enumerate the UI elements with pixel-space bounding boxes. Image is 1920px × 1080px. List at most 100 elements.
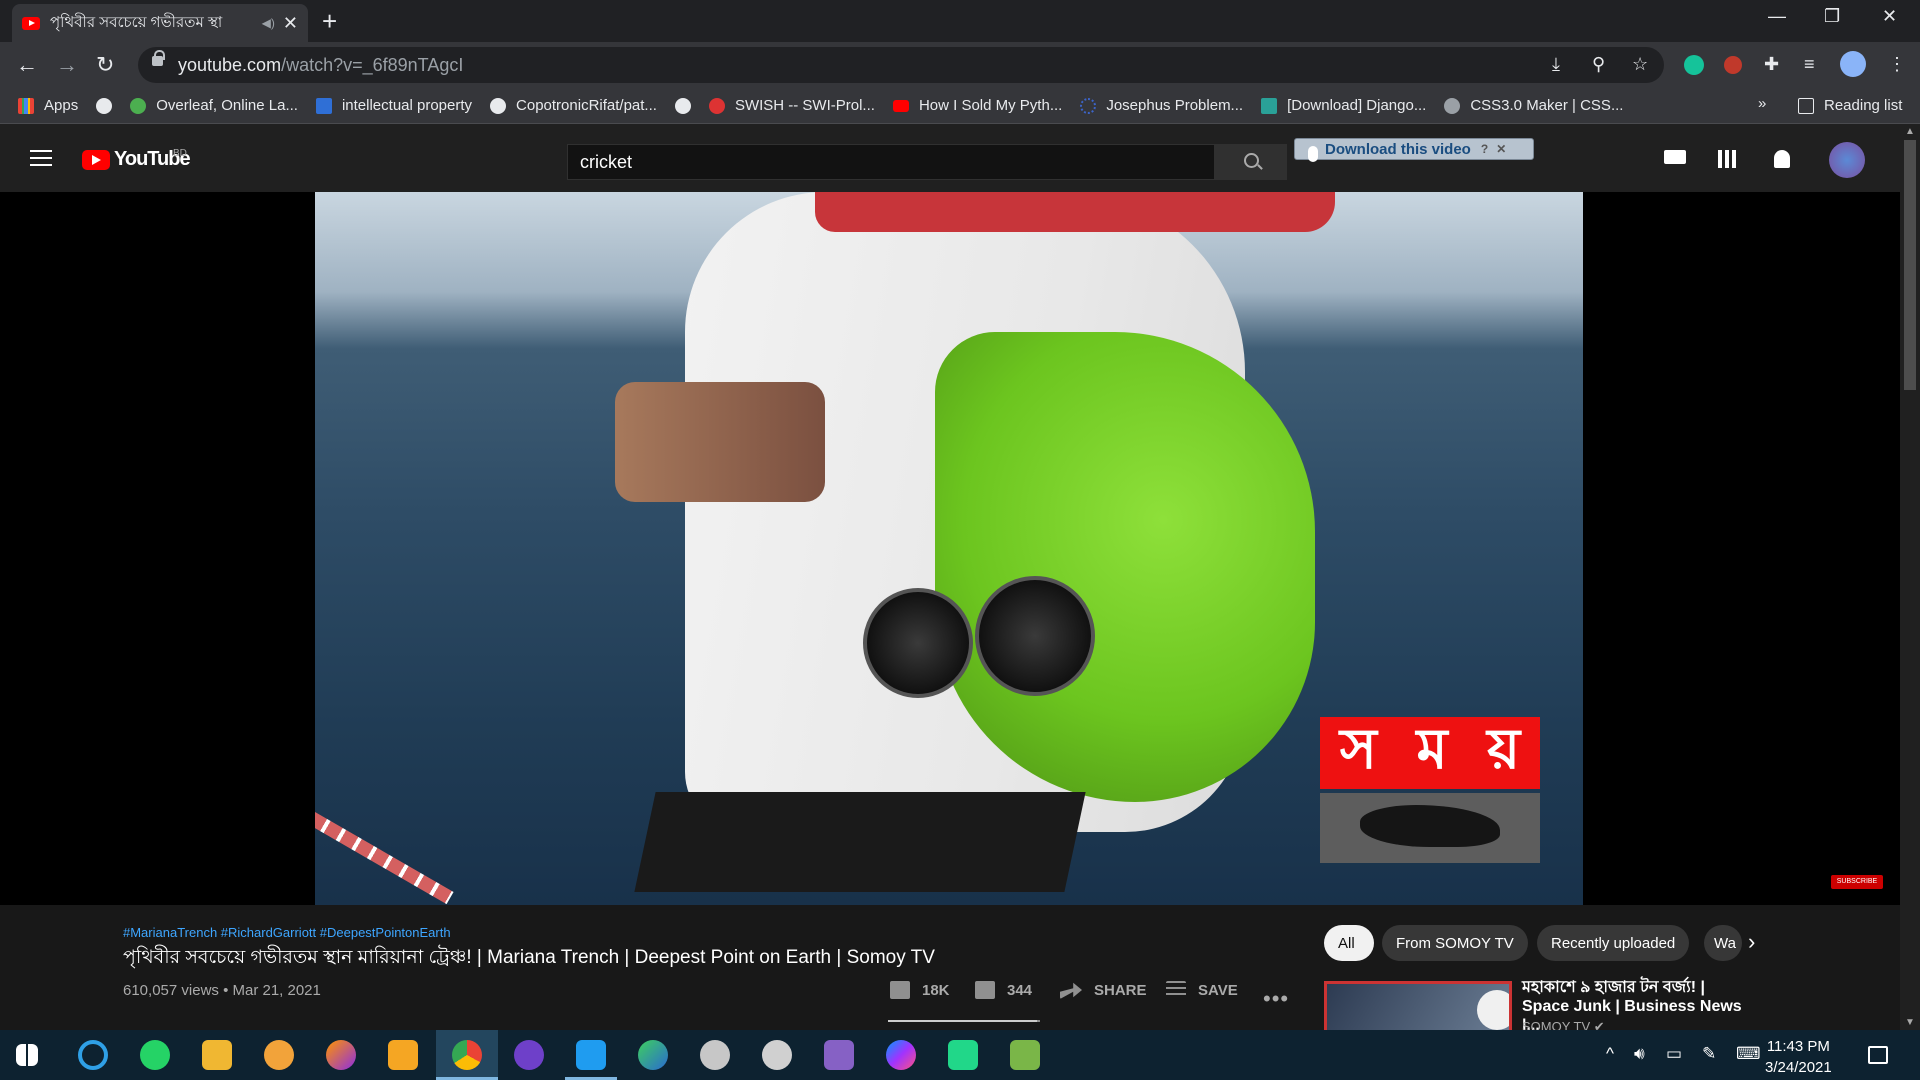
account-avatar[interactable] bbox=[1829, 142, 1865, 178]
notification-center-icon[interactable] bbox=[1868, 1046, 1888, 1064]
lock-icon[interactable] bbox=[152, 50, 165, 66]
bookmark-swish[interactable]: SWISH -- SWI-Prol... bbox=[708, 97, 875, 114]
video-player[interactable]: স ম য় SUBSCRIBE bbox=[0, 192, 1900, 905]
pycharm-icon[interactable] bbox=[948, 1040, 978, 1070]
tab-close-button[interactable]: ✕ bbox=[283, 13, 298, 34]
app-icon-2[interactable] bbox=[700, 1040, 730, 1070]
bookmark-github-repo[interactable]: CopotronicRifat/pat... bbox=[490, 97, 657, 114]
share-button[interactable]: SHARE bbox=[1060, 981, 1147, 999]
bookmark-django[interactable]: [Download] Django... bbox=[1261, 97, 1426, 114]
search-input[interactable] bbox=[567, 144, 1215, 180]
bookmark-css-maker[interactable]: CSS3.0 Maker | CSS... bbox=[1444, 97, 1623, 114]
file-explorer-icon[interactable] bbox=[202, 1040, 232, 1070]
zoom-icon[interactable]: ⚲ bbox=[1592, 54, 1605, 75]
app-icon[interactable] bbox=[638, 1040, 668, 1070]
subscribe-watermark[interactable]: SUBSCRIBE bbox=[1831, 875, 1883, 889]
window-restore-button[interactable]: ❐ bbox=[1824, 6, 1840, 27]
more-actions-button[interactable]: ••• bbox=[1263, 986, 1289, 1012]
bookmarks-overflow-button[interactable]: » bbox=[1758, 95, 1766, 112]
chip-all[interactable]: All bbox=[1324, 925, 1374, 961]
install-app-icon[interactable]: ⤓ bbox=[1552, 54, 1560, 75]
chip-from-somoy-tv[interactable]: From SOMOY TV bbox=[1382, 925, 1528, 961]
system-clock[interactable]: 11:43 PM 3/24/2021 bbox=[1765, 1036, 1832, 1078]
country-code: BD bbox=[173, 148, 187, 159]
thumbs-up-icon bbox=[890, 981, 910, 999]
video-hashtags[interactable]: #MarianaTrench #RichardGarriott #Deepest… bbox=[123, 925, 451, 940]
bookmark-star-icon[interactable]: ☆ bbox=[1632, 54, 1648, 75]
bookmark-label: SWISH -- SWI-Prol... bbox=[734, 97, 875, 114]
spider-app-icon[interactable] bbox=[762, 1040, 792, 1070]
extensions-puzzle-icon[interactable]: ✚ bbox=[1764, 54, 1779, 75]
bookmark-globe-2[interactable] bbox=[674, 97, 691, 114]
like-count: 18K bbox=[922, 981, 950, 999]
profile-avatar-icon[interactable] bbox=[1840, 51, 1866, 77]
windows-start-icon[interactable] bbox=[16, 1044, 38, 1066]
new-tab-button[interactable]: + bbox=[322, 6, 337, 37]
bookmark-intellectual-property[interactable]: intellectual property bbox=[315, 97, 472, 114]
show-hidden-icons-button[interactable]: ^ bbox=[1606, 1044, 1614, 1064]
bookmark-youtube-video[interactable]: How I Sold My Pyth... bbox=[892, 97, 1062, 114]
window-minimize-button[interactable]: — bbox=[1768, 6, 1786, 27]
chrome-icon[interactable] bbox=[452, 1040, 482, 1070]
django-site-icon bbox=[1261, 97, 1278, 114]
bookmark-apps[interactable]: Apps bbox=[18, 97, 78, 114]
search-button[interactable] bbox=[1215, 144, 1287, 180]
bookmarks-bar: Apps Overleaf, Online La... intellectual… bbox=[0, 88, 1920, 124]
audio-playing-icon[interactable]: ◀) bbox=[262, 16, 275, 30]
clock-time: 11:43 PM bbox=[1766, 1038, 1830, 1055]
dislike-button[interactable]: 344 bbox=[975, 981, 1032, 999]
visual-studio-icon[interactable] bbox=[824, 1040, 854, 1070]
chips-next-button[interactable]: › bbox=[1748, 929, 1755, 955]
vscode-icon[interactable] bbox=[576, 1040, 606, 1070]
scroll-down-arrow-icon[interactable]: ▼ bbox=[1905, 1017, 1915, 1028]
page-scrollbar[interactable]: ▲ ▼ bbox=[1900, 124, 1920, 1030]
download-help-button[interactable]: ? bbox=[1481, 142, 1488, 156]
network-icon[interactable]: ▭ bbox=[1666, 1044, 1682, 1064]
pdf-reader-icon[interactable] bbox=[388, 1040, 418, 1070]
firefox-icon[interactable] bbox=[326, 1040, 356, 1070]
create-video-icon[interactable] bbox=[1664, 150, 1686, 164]
forward-button[interactable]: → bbox=[56, 52, 78, 78]
download-close-button[interactable]: ✕ bbox=[1496, 142, 1506, 156]
back-button[interactable]: ← bbox=[16, 52, 38, 78]
youtube-logo-icon[interactable] bbox=[82, 150, 110, 170]
notifications-bell-icon[interactable] bbox=[1774, 150, 1790, 168]
browser-tab-youtube[interactable]: পৃথিবীর সবচেয়ে গভীরতম স্থা ◀) ✕ bbox=[12, 4, 308, 42]
media-control-icon[interactable]: ≡ bbox=[1804, 54, 1815, 75]
swish-icon bbox=[708, 97, 725, 114]
pen-workspace-icon[interactable]: ✎ bbox=[1702, 1044, 1716, 1064]
reading-list-button[interactable]: Reading list bbox=[1798, 97, 1902, 114]
save-button[interactable]: SAVE bbox=[1166, 981, 1238, 999]
volume-icon[interactable]: 🔊︎ bbox=[1634, 1044, 1645, 1064]
browser-app-icon[interactable] bbox=[78, 1040, 108, 1070]
scroll-up-arrow-icon[interactable]: ▲ bbox=[1905, 126, 1915, 137]
bookmark-overleaf[interactable]: Overleaf, Online La... bbox=[130, 97, 298, 114]
download-video-bar[interactable]: Download this video ? ✕ bbox=[1294, 138, 1534, 160]
touch-keyboard-icon[interactable]: ⌨ bbox=[1736, 1044, 1761, 1064]
grammarly-extension-icon[interactable] bbox=[1684, 55, 1704, 75]
extension-icon[interactable] bbox=[1724, 56, 1742, 74]
video-frame[interactable]: স ম য় bbox=[315, 192, 1583, 905]
reload-button[interactable]: ↻ bbox=[96, 52, 114, 78]
address-bar[interactable]: youtube.com/watch?v=_6f89nTAgcI bbox=[138, 47, 1664, 83]
like-button[interactable]: 18K bbox=[890, 981, 950, 999]
apps-grid-icon[interactable] bbox=[1718, 150, 1736, 168]
window-close-button[interactable]: ✕ bbox=[1882, 6, 1897, 27]
notepad-app-icon[interactable] bbox=[1010, 1040, 1040, 1070]
hamburger-menu-icon[interactable] bbox=[30, 150, 52, 166]
messenger-icon[interactable] bbox=[886, 1040, 916, 1070]
like-ratio-bar bbox=[888, 1020, 1040, 1022]
recommended-video-thumbnail[interactable] bbox=[1324, 981, 1512, 1035]
chip-recently-uploaded[interactable]: Recently uploaded bbox=[1537, 925, 1690, 961]
vpn-app-icon[interactable] bbox=[264, 1040, 294, 1070]
microphone-icon[interactable] bbox=[1308, 146, 1318, 162]
github-desktop-icon[interactable] bbox=[514, 1040, 544, 1070]
bookmark-josephus[interactable]: Josephus Problem... bbox=[1080, 97, 1243, 114]
url-path: /watch?v=_6f89nTAgcI bbox=[281, 54, 464, 75]
chrome-menu-button[interactable]: ⋮ bbox=[1888, 54, 1906, 75]
scrollbar-thumb[interactable] bbox=[1904, 140, 1916, 390]
porthole-right bbox=[975, 576, 1095, 696]
bookmark-globe[interactable] bbox=[96, 97, 113, 114]
whatsapp-icon[interactable] bbox=[140, 1040, 170, 1070]
chip-watched[interactable]: Wa bbox=[1704, 925, 1742, 961]
